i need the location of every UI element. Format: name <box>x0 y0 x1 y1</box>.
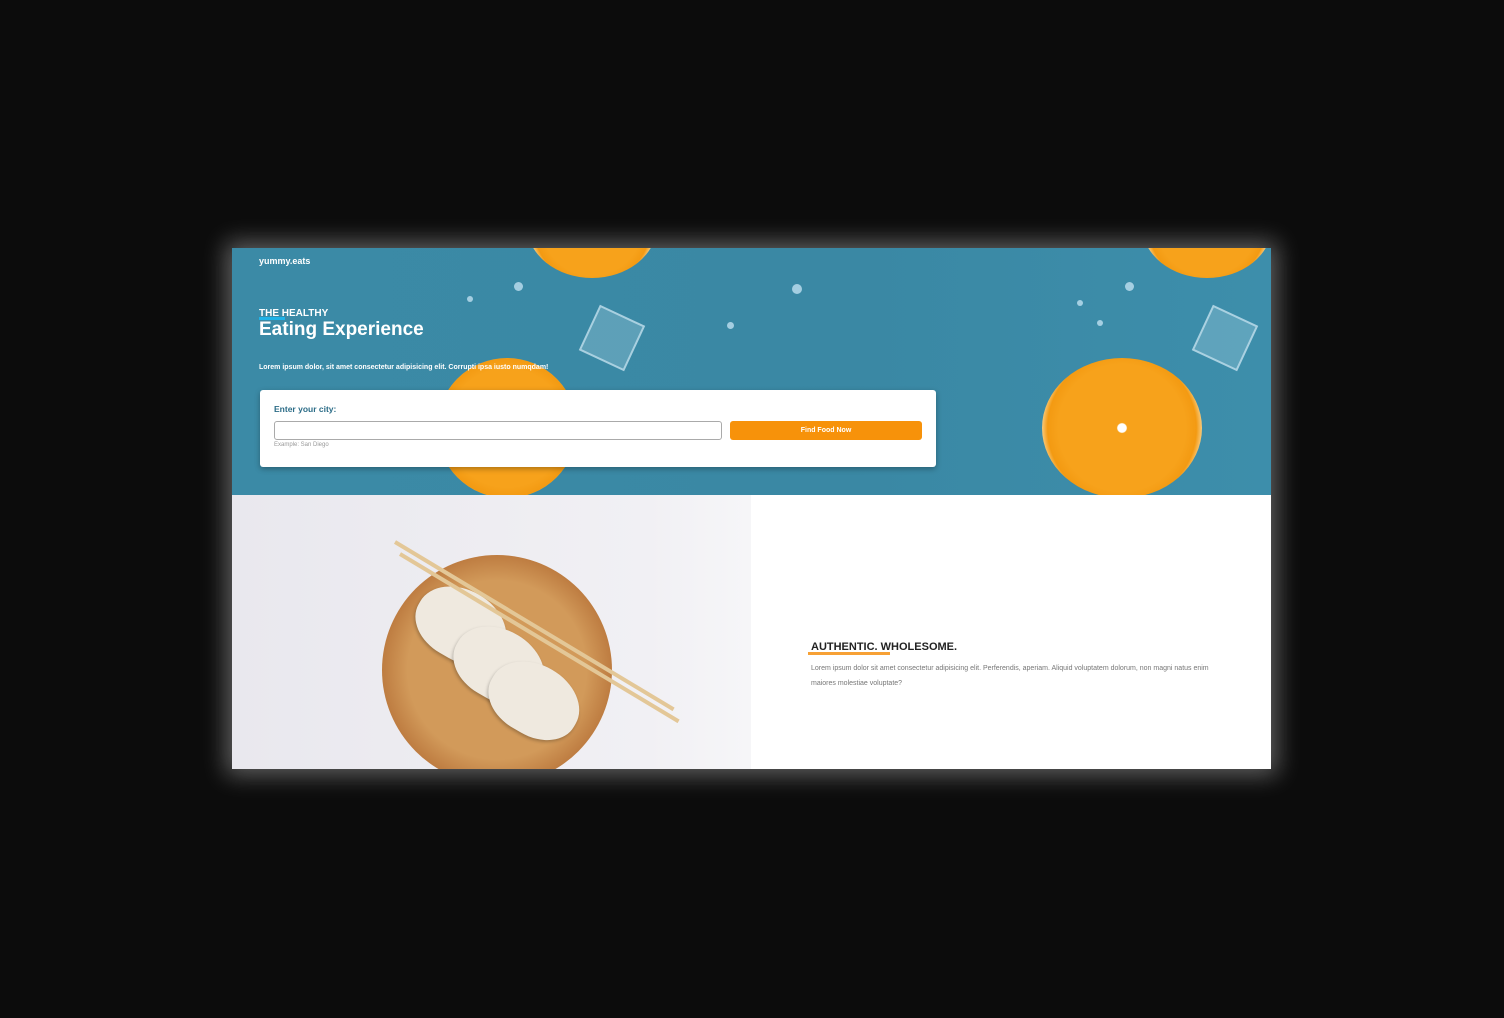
hero-title: Eating Experience <box>259 319 424 340</box>
about-text: Lorem ipsum dolor sit amet consectetur a… <box>811 665 1209 687</box>
orange-image <box>527 248 657 278</box>
search-card: Enter your city: Example: San Diego Find… <box>260 390 936 467</box>
dumplings-image <box>232 495 751 769</box>
water-drop <box>1097 320 1103 326</box>
city-label: Enter your city: <box>274 404 337 414</box>
brand-logo[interactable]: yummy.eats <box>259 256 310 266</box>
water-drop <box>727 322 734 329</box>
water-drop <box>792 284 802 294</box>
water-drop <box>467 296 473 302</box>
browser-page: yummy.eats THE HEALTHY Eating Experience… <box>232 248 1271 769</box>
about-heading: AUTHENTIC. WHOLESOME. <box>807 641 958 655</box>
city-hint: Example: San Diego <box>274 442 329 448</box>
hero-subtitle: Lorem ipsum dolor, sit amet consectetur … <box>259 364 549 371</box>
orange-image <box>1042 358 1202 495</box>
find-food-button[interactable]: Find Food Now <box>730 421 922 440</box>
hero-section: yummy.eats THE HEALTHY Eating Experience… <box>232 248 1271 495</box>
water-drop <box>1077 300 1083 306</box>
water-drop <box>514 282 523 291</box>
ice-cube-image <box>578 304 646 372</box>
water-drop <box>1125 282 1134 291</box>
city-input[interactable] <box>274 421 722 440</box>
ice-cube-image <box>1191 304 1259 372</box>
orange-image <box>1142 248 1271 278</box>
hero-kicker: THE HEALTHY <box>259 308 329 320</box>
